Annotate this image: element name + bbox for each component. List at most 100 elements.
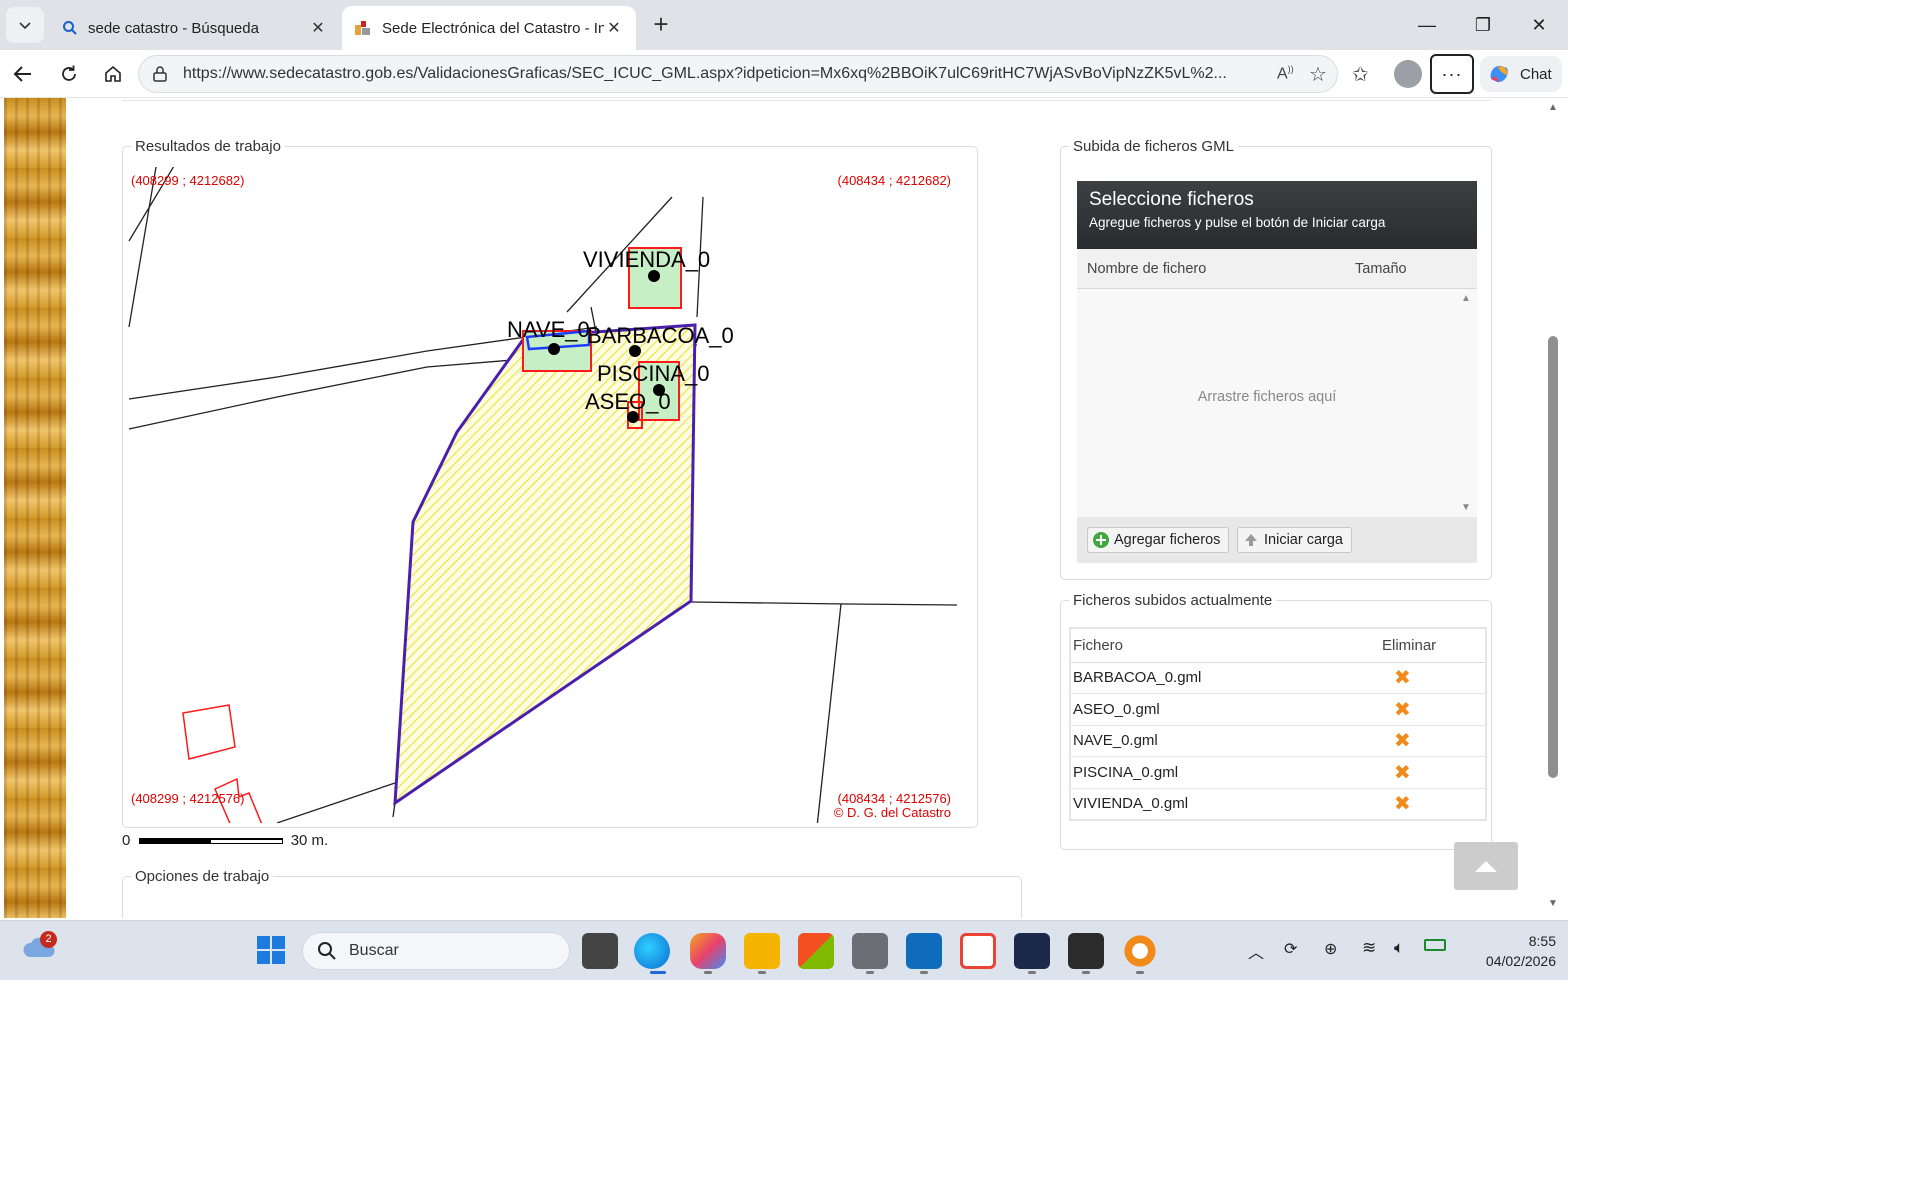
table-header-row: Fichero Eliminar xyxy=(1070,628,1486,663)
microsoft-store-icon[interactable] xyxy=(798,933,834,969)
scroll-up-icon[interactable]: ▲ xyxy=(1461,293,1471,304)
start-upload-button[interactable]: Iniciar carga xyxy=(1237,527,1352,553)
column-size: Tamaño xyxy=(1355,261,1407,277)
delete-icon[interactable]: ✖ xyxy=(1382,667,1411,689)
active-app-indicator xyxy=(650,971,666,974)
url-text: https://www.sedecatastro.gob.es/Validaci… xyxy=(183,65,1227,82)
file-name: NAVE_0.gml xyxy=(1070,725,1380,758)
table-row: ASEO_0.gml ✖ xyxy=(1070,693,1486,726)
file-name: VIVIENDA_0.gml xyxy=(1070,788,1380,821)
lock-icon xyxy=(153,66,167,82)
scroll-down-icon[interactable]: ▼ xyxy=(1461,502,1471,513)
delete-icon[interactable]: ✖ xyxy=(1382,762,1411,784)
delete-icon[interactable]: ✖ xyxy=(1382,730,1411,752)
work-options-fieldset: Opciones de trabajo xyxy=(122,868,1022,918)
system-clock[interactable]: 8:55 04/02/2026 xyxy=(1462,931,1556,971)
file-name: PISCINA_0.gml xyxy=(1070,756,1380,789)
app-icon[interactable] xyxy=(1122,933,1158,969)
tab-search[interactable]: sede catastro - Búsqueda ✕ xyxy=(50,6,340,50)
calculator-icon[interactable] xyxy=(852,933,888,969)
read-aloud-icon[interactable]: A)) xyxy=(1277,64,1294,83)
clock-time: 8:55 xyxy=(1528,933,1556,949)
coordinate-bottom-right: (408434 ; 4212576) xyxy=(837,791,951,806)
edge-browser-icon[interactable] xyxy=(634,933,670,969)
back-to-top-button[interactable] xyxy=(1454,842,1518,890)
add-files-label: Agregar ficheros xyxy=(1114,532,1221,548)
chevron-up-icon[interactable]: ︿ xyxy=(1248,939,1264,963)
table-row: BARBACOA_0.gml ✖ xyxy=(1070,662,1486,695)
running-indicator xyxy=(1028,971,1036,974)
cadastral-map[interactable]: VIVIENDA_0 NAVE_0 BARBACOA_0 PISCINA_0 A… xyxy=(127,167,963,823)
new-tab-button[interactable]: + xyxy=(646,10,676,40)
plus-circle-icon xyxy=(1093,532,1109,548)
label-aseo: ASEO_0 xyxy=(585,389,671,414)
results-legend: Resultados de trabajo xyxy=(131,138,285,155)
catastro-favicon-icon xyxy=(355,21,370,35)
running-indicator xyxy=(920,971,928,974)
outlook-icon[interactable] xyxy=(906,933,942,969)
column-file-name: Nombre de fichero xyxy=(1087,261,1207,277)
tab-title: Sede Electrónica del Catastro - Informac… xyxy=(382,19,604,37)
running-indicator xyxy=(704,971,712,974)
copilot-chat-button[interactable]: Chat xyxy=(1480,56,1562,92)
sync-icon[interactable]: ⟳ xyxy=(1284,939,1297,959)
clock-date: 04/02/2026 xyxy=(1485,953,1556,969)
delete-icon[interactable]: ✖ xyxy=(1382,699,1411,721)
favorite-star-icon[interactable]: ☆ xyxy=(1309,62,1327,87)
coordinate-top-left: (408299 ; 4212682) xyxy=(131,173,245,188)
reload-icon xyxy=(62,65,76,81)
running-indicator xyxy=(758,971,766,974)
decorative-banner-image xyxy=(4,98,66,918)
copilot-app-icon[interactable] xyxy=(690,933,726,969)
url-bar[interactable]: https://www.sedecatastro.gob.es/Validaci… xyxy=(138,55,1338,93)
file-name: BARBACOA_0.gml xyxy=(1070,662,1380,695)
taskbar-search-input[interactable]: Buscar xyxy=(302,932,570,970)
running-indicator xyxy=(1136,971,1144,974)
drop-zone-scrollbar[interactable]: ▲ ▼ xyxy=(1461,293,1473,513)
battery-icon[interactable] xyxy=(1424,939,1446,951)
back-button[interactable] xyxy=(6,58,40,90)
more-options-button[interactable]: ··· xyxy=(1430,54,1474,94)
task-view-icon[interactable] xyxy=(582,933,618,969)
tab-actions-button[interactable] xyxy=(6,7,44,43)
add-files-button[interactable]: Agregar ficheros xyxy=(1087,527,1230,553)
reload-button[interactable] xyxy=(52,58,86,90)
windows-taskbar: 2 Buscar ︿ ⟳ ⊕ ≋ 🔈︎ 8:55 04/02/2026 xyxy=(0,920,1568,980)
scroll-up-icon[interactable]: ▲ xyxy=(1548,102,1558,113)
table-row: VIVIENDA_0.gml ✖ xyxy=(1070,788,1486,821)
close-icon[interactable]: ✕ xyxy=(308,18,328,38)
delete-icon[interactable]: ✖ xyxy=(1382,793,1411,815)
page-scrollbar[interactable]: ▲ ▼ xyxy=(1544,98,1566,918)
favorites-icon[interactable]: ✩ xyxy=(1352,62,1369,87)
column-delete: Eliminar xyxy=(1380,628,1486,663)
search-icon xyxy=(318,942,336,960)
tab-catastro[interactable]: Sede Electrónica del Catastro - Informac… xyxy=(342,6,636,50)
label-nave: NAVE_0 xyxy=(507,317,590,342)
terminal-icon[interactable] xyxy=(1068,933,1104,969)
wifi-icon[interactable]: ≋ xyxy=(1362,938,1376,958)
window-close-icon[interactable]: ✕ xyxy=(1514,8,1564,42)
windows-start-icon[interactable] xyxy=(256,935,286,970)
autocad-icon[interactable] xyxy=(1014,933,1050,969)
gml-upload-legend: Subida de ficheros GML xyxy=(1069,138,1238,155)
vpn-icon[interactable]: ⊕ xyxy=(1324,939,1337,959)
uploaded-files-table: Fichero Eliminar BARBACOA_0.gml ✖ ASEO_0.… xyxy=(1069,627,1487,821)
minimize-icon[interactable]: — xyxy=(1402,8,1452,42)
scale-end-label: 30 m. xyxy=(290,832,329,849)
table-row: NAVE_0.gml ✖ xyxy=(1070,725,1486,758)
label-vivienda: VIVIENDA_0 xyxy=(583,247,710,272)
restore-icon[interactable]: ❐ xyxy=(1458,8,1508,42)
copilot-icon xyxy=(1490,65,1508,83)
upload-arrow-icon xyxy=(1245,534,1257,546)
scroll-down-icon[interactable]: ▼ xyxy=(1548,898,1558,909)
close-icon[interactable]: ✕ xyxy=(604,18,624,38)
gmail-icon[interactable] xyxy=(960,933,996,969)
home-button[interactable] xyxy=(96,58,130,90)
volume-icon[interactable]: 🔈︎ xyxy=(1394,938,1404,958)
uploader-footer: Agregar ficheros Iniciar carga xyxy=(1077,517,1477,563)
profile-avatar[interactable] xyxy=(1394,60,1422,88)
file-drop-zone[interactable]: Arrastre ficheros aquí ▲ ▼ xyxy=(1077,289,1477,517)
label-barbacoa: BARBACOA_0 xyxy=(587,323,734,348)
scrollbar-thumb[interactable] xyxy=(1548,336,1558,778)
file-explorer-icon[interactable] xyxy=(744,933,780,969)
